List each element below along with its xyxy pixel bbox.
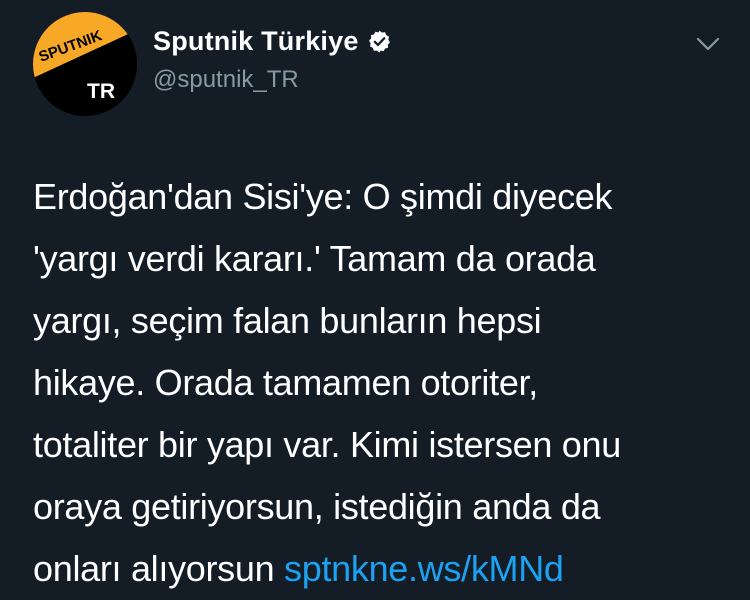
chevron-down-icon[interactable] [694, 34, 722, 54]
tweet-line-text: onları alıyorsun [33, 548, 285, 589]
verified-badge-icon [367, 29, 392, 54]
user-handle[interactable]: @sputnik_TR [153, 66, 299, 94]
tweet-line: Erdoğan'dan Sisi'ye: O şimdi diyecek [33, 176, 613, 217]
sputnik-logo-icon: SPUTNIK TR [33, 12, 137, 116]
tweet-line: oraya getiriyorsun, istediğin anda da [33, 486, 601, 527]
tweet-text: Erdoğan'dan Sisi'ye: O şimdi diyecek 'ya… [33, 166, 733, 600]
avatar[interactable]: SPUTNIK TR [33, 12, 137, 116]
tweet-link[interactable]: sptnkne.ws/kMNd [284, 548, 564, 589]
tweet-line: hikaye. Orada tamamen otoriter, [33, 362, 538, 403]
display-name[interactable]: Sputnik Türkiye [153, 26, 359, 57]
tweet-header: SPUTNIK TR Sputnik Türkiye @sputnik_TR [0, 0, 750, 130]
tweet-line: totaliter bir yapı var. Kimi istersen on… [33, 424, 621, 465]
tweet-line: yargı, seçim falan bunların hepsi [33, 300, 542, 341]
tweet-line: 'yargı verdi kararı.' Tamam da orada [33, 238, 596, 279]
avatar-tr-text: TR [87, 80, 115, 103]
tweet-last-line: onları alıyorsun sptnkne.ws/kMNd [33, 538, 733, 600]
name-row: Sputnik Türkiye [153, 26, 392, 57]
